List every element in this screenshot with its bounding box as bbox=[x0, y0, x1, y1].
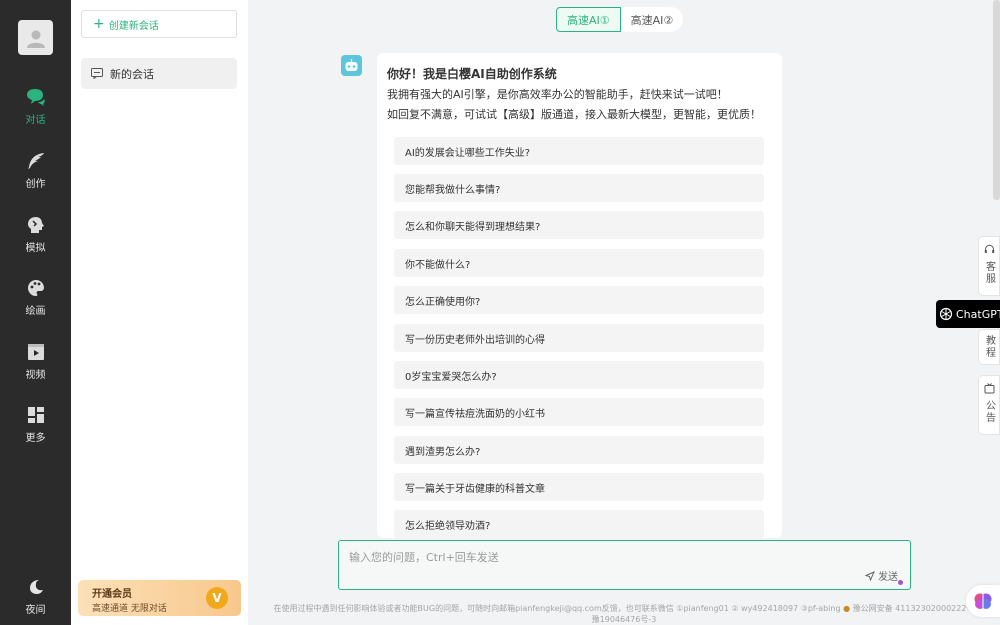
suggestion-item[interactable]: 怎么和你聊天能得到理想结果? bbox=[394, 211, 764, 239]
suggestion-item[interactable]: 0岁宝宝爱哭怎么办? bbox=[394, 361, 764, 389]
nav-rail: 对话 创作 模拟 绘画 视频 更多 夜间 bbox=[0, 0, 71, 625]
footer-icp-text[interactable]: 豫19046476号-3 bbox=[248, 614, 1000, 625]
nav-item-chat[interactable]: 对话 bbox=[0, 86, 71, 134]
notice-label: 公告 bbox=[983, 400, 995, 424]
bot-avatar bbox=[341, 55, 362, 76]
send-icon bbox=[865, 570, 875, 581]
session-panel: + 创建新会话 新的会话 开通会员 高速通道 无限对话 V bbox=[71, 0, 248, 625]
session-item-label: 新的会话 bbox=[110, 67, 154, 81]
status-dot bbox=[898, 580, 903, 585]
suggestion-item[interactable]: AI的发展会让哪些工作失业? bbox=[394, 137, 764, 165]
chat-input-box: 发送 bbox=[338, 540, 911, 590]
nav-item-draw[interactable]: 绘画 bbox=[0, 277, 71, 325]
chat-icon bbox=[26, 86, 46, 108]
suggestion-item[interactable]: 写一篇宣传祛痘洗面奶的小红书 bbox=[394, 398, 764, 426]
notice-tab[interactable]: 公告 bbox=[978, 375, 1000, 435]
plus-icon: + bbox=[93, 16, 105, 32]
message-icon bbox=[91, 68, 103, 79]
model-tabs: 高速AI① 高速AI② bbox=[556, 7, 684, 32]
session-item[interactable]: 新的会话 bbox=[81, 58, 237, 89]
suggestion-item[interactable]: 怎么拒绝领导劝酒? bbox=[394, 510, 764, 538]
notice-icon bbox=[984, 383, 995, 397]
scrollbar[interactable] bbox=[993, 0, 1000, 200]
nav-label-chat: 对话 bbox=[25, 115, 46, 126]
palette-icon bbox=[27, 277, 45, 299]
suggestion-item[interactable]: 怎么正确使用你? bbox=[394, 286, 764, 314]
footer-feedback-text: 在使用过程中遇到任何影响体验或者功能BUG的问题，可随时向邮箱pianfengk… bbox=[273, 604, 841, 613]
nav-item-more[interactable]: 更多 bbox=[0, 404, 71, 452]
headset-icon bbox=[984, 244, 995, 258]
send-button[interactable]: 发送 bbox=[865, 568, 898, 583]
vip-upgrade-card[interactable]: 开通会员 高速通道 无限对话 V bbox=[78, 580, 241, 616]
nav-label-video: 视频 bbox=[25, 370, 46, 381]
chat-input[interactable] bbox=[339, 541, 910, 571]
night-mode-label: 夜间 bbox=[25, 605, 46, 616]
moon-icon bbox=[28, 576, 44, 598]
customer-service-label: 客服 bbox=[983, 261, 995, 285]
openai-icon bbox=[939, 307, 953, 321]
police-badge-icon: ● bbox=[843, 604, 851, 613]
tutorial-label: 教程 bbox=[983, 335, 995, 359]
chatgpt-label: ChatGPT bbox=[956, 307, 1000, 321]
nav-item-simulate[interactable]: 模拟 bbox=[0, 214, 71, 262]
suggestion-item[interactable]: 写一份历史老师外出培训的心得 bbox=[394, 324, 764, 352]
ai-assistant-button[interactable] bbox=[966, 585, 1000, 617]
tutorial-tab[interactable]: 教程 bbox=[978, 329, 1000, 365]
suggestion-item[interactable]: 你不能做什么? bbox=[394, 249, 764, 277]
suggestion-item[interactable]: 您能帮我做什么事情? bbox=[394, 174, 764, 202]
night-mode-toggle[interactable]: 夜间 bbox=[0, 576, 71, 624]
new-chat-button[interactable]: + 创建新会话 bbox=[81, 10, 237, 38]
vip-badge-icon: V bbox=[206, 587, 228, 609]
bot-message-card: 你好！我是白樱AI自助创作系统 我拥有强大的AI引擎，是你高效率办公的智能助手，… bbox=[377, 53, 782, 538]
greeting-line-2: 如回复不满意，可试试【高级】版通道，接入最新大模型，更智能，更优质！ bbox=[387, 108, 761, 121]
user-icon bbox=[26, 30, 45, 48]
footer: 在使用过程中遇到任何影响体验或者功能BUG的问题，可随时向邮箱pianfengk… bbox=[248, 603, 1000, 625]
nav-label-draw: 绘画 bbox=[25, 306, 46, 317]
video-icon bbox=[27, 341, 45, 363]
grid-icon bbox=[27, 404, 45, 426]
brain-icon bbox=[27, 214, 45, 236]
customer-service-tab[interactable]: 客服 bbox=[978, 236, 1000, 296]
suggestion-item[interactable]: 写一篇关于牙齿健康的科普文章 bbox=[394, 473, 764, 501]
nav-label-simulate: 模拟 bbox=[25, 243, 46, 254]
chat-main: 高速AI① 高速AI② 你好！我是白樱AI自助创作系统 我拥有强大的AI引擎，是… bbox=[248, 0, 1000, 625]
greeting-title: 你好！我是白樱AI自助创作系统 bbox=[387, 67, 557, 81]
nav-item-video[interactable]: 视频 bbox=[0, 341, 71, 389]
footer-police-text[interactable]: 豫公网安备 41132302000222号 bbox=[853, 604, 975, 613]
feather-icon bbox=[27, 150, 45, 172]
new-chat-label: 创建新会话 bbox=[108, 20, 159, 32]
tab-model-1[interactable]: 高速AI① bbox=[556, 7, 621, 32]
nav-label-create: 创作 bbox=[25, 179, 46, 190]
suggestion-item[interactable]: 遇到渣男怎么办? bbox=[394, 436, 764, 464]
send-label: 发送 bbox=[878, 572, 898, 583]
nav-item-create[interactable]: 创作 bbox=[0, 150, 71, 198]
tab-model-2[interactable]: 高速AI② bbox=[621, 7, 684, 32]
brain-icon bbox=[974, 593, 992, 609]
greeting-line-1: 我拥有强大的AI引擎，是你高效率办公的智能助手，赶快来试一试吧！ bbox=[387, 88, 728, 101]
user-avatar[interactable] bbox=[18, 20, 53, 55]
robot-icon bbox=[345, 58, 358, 71]
nav-label-more: 更多 bbox=[25, 433, 46, 444]
chatgpt-button[interactable]: ChatGPT bbox=[936, 300, 1000, 328]
